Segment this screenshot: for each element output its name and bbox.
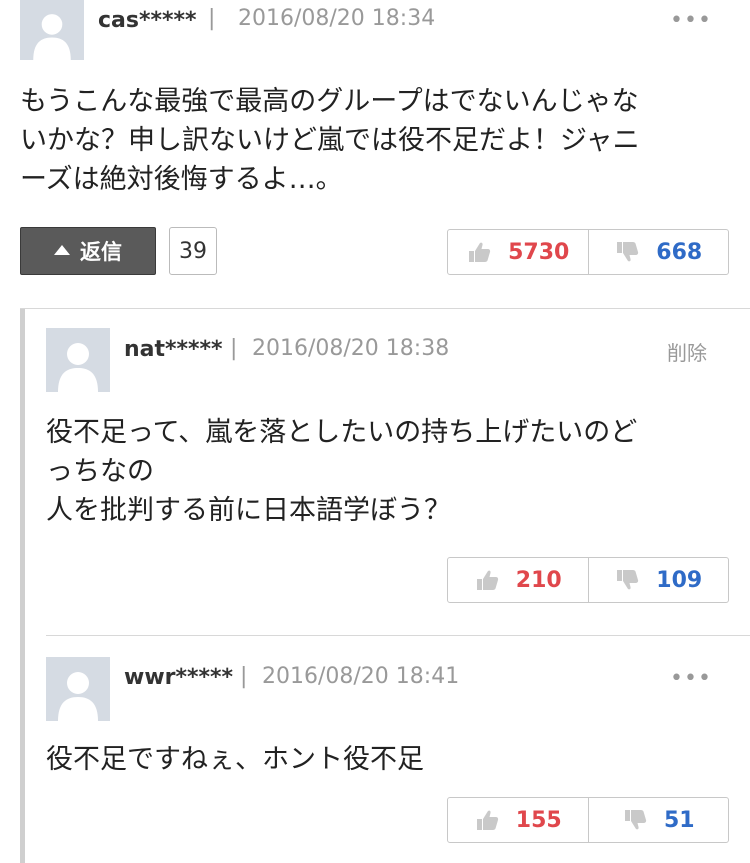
- avatar: [46, 328, 110, 392]
- reply-text-line: っちなの: [46, 456, 154, 487]
- dislike-button[interactable]: 668: [587, 230, 729, 274]
- separator: |: [230, 336, 238, 361]
- username[interactable]: wwr*****: [124, 665, 233, 690]
- divider: [46, 635, 750, 636]
- reply-text: 役不足ですねぇ、ホント役不足: [46, 740, 424, 779]
- thumbs-up-icon: [474, 807, 500, 833]
- timestamp: 2016/08/20 18:34: [238, 6, 436, 31]
- dislike-count: 668: [656, 239, 703, 265]
- dislike-count: 51: [663, 807, 695, 833]
- comment-text-line: ーズは絶対後悔するよ…。: [20, 164, 343, 195]
- more-options-icon[interactable]: •••: [670, 8, 712, 33]
- reply-text: 役不足って、嵐を落としたいの持ち上げたいのど っちなの 人を批判する前に日本語学…: [46, 413, 637, 530]
- avatar: [46, 657, 110, 721]
- more-options-icon[interactable]: •••: [670, 666, 712, 691]
- comment-text-line: もうこんな最強で最高のグループはでないんじゃな: [20, 86, 639, 117]
- thumbs-up-icon: [474, 567, 500, 593]
- vote-box: 5730 668: [447, 229, 729, 275]
- delete-button[interactable]: 削除: [667, 337, 707, 366]
- comment-text: もうこんな最強で最高のグループはでないんじゃな いかな？申し訳ないけど嵐では役不…: [20, 82, 640, 199]
- thumbs-down-icon: [614, 239, 640, 265]
- reply-count[interactable]: 39: [169, 227, 217, 275]
- like-button[interactable]: 155: [448, 798, 588, 842]
- triangle-up-icon: [54, 245, 70, 255]
- vote-box: 155 51: [447, 797, 729, 843]
- thumbs-up-icon: [466, 239, 492, 265]
- timestamp: 2016/08/20 18:38: [252, 336, 450, 361]
- like-count: 210: [515, 567, 562, 593]
- reply-button-label: 返信: [80, 240, 122, 264]
- like-button[interactable]: 5730: [448, 230, 588, 274]
- reply-thread-bar: [20, 309, 25, 863]
- reply-text-line: 役不足ですねぇ、ホント役不足: [46, 744, 424, 775]
- reply-text-line: 役不足って、嵐を落としたいの持ち上げたいのど: [46, 417, 638, 448]
- like-count: 5730: [508, 239, 570, 265]
- like-button[interactable]: 210: [448, 558, 588, 602]
- timestamp: 2016/08/20 18:41: [262, 664, 460, 689]
- thumbs-down-icon: [622, 807, 648, 833]
- dislike-button[interactable]: 51: [587, 798, 729, 842]
- vote-box: 210 109: [447, 557, 729, 603]
- avatar: [20, 0, 84, 60]
- thumbs-down-icon: [614, 567, 640, 593]
- dislike-count: 109: [656, 567, 703, 593]
- username[interactable]: nat*****: [124, 337, 223, 362]
- comment-text-line: いかな？申し訳ないけど嵐では役不足だよ！ジャニ: [20, 125, 640, 156]
- reply-text-line: 人を批判する前に日本語学ぼう？: [46, 495, 451, 526]
- separator: |: [208, 6, 216, 31]
- username[interactable]: cas*****: [98, 8, 197, 33]
- divider: [20, 308, 750, 309]
- reply-button[interactable]: 返信: [20, 227, 156, 275]
- like-count: 155: [515, 807, 562, 833]
- dislike-button[interactable]: 109: [587, 558, 729, 602]
- separator: |: [240, 664, 248, 689]
